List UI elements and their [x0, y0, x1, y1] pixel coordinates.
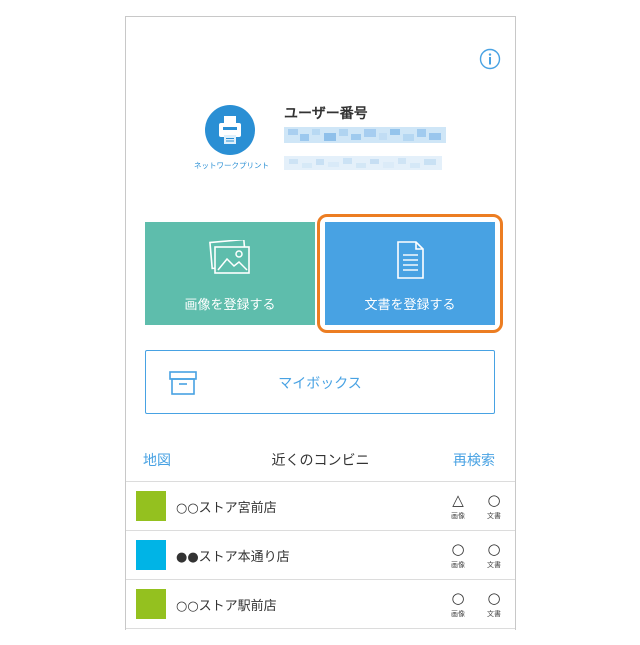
user-number-label: ユーザー番号: [284, 106, 368, 122]
mybox-button[interactable]: マイボックス: [145, 350, 495, 414]
store-brand-swatch: [136, 540, 166, 570]
images-icon: [209, 238, 250, 274]
app-screen: ネットワークプリント ユーザー番号 画像を登録する 文書を登録する マイボックス…: [125, 16, 516, 630]
store-list: ○○ストア宮前店 △ 画像 ○ 文書 ●●ストア本通り店 ○ 画像 ○ 文書 ○…: [126, 481, 515, 629]
store-name: ○○ストア宮前店: [176, 501, 277, 516]
mybox-label: マイボックス: [278, 376, 362, 392]
availability-label: 文書: [487, 512, 501, 520]
availability-mark: ○: [487, 491, 501, 509]
store-name: ○○ストア駅前店: [176, 599, 277, 614]
logo-text: ネットワークプリント: [194, 161, 269, 170]
password-redacted: [284, 156, 442, 170]
register-image-button[interactable]: 画像を登録する: [145, 222, 315, 325]
availability-label: 文書: [487, 610, 501, 618]
availability-mark: △: [452, 491, 464, 509]
document-icon: [397, 241, 424, 279]
availability-mark: ○: [487, 540, 501, 558]
register-document-button[interactable]: 文書を登録する: [325, 222, 495, 325]
availability-mark: ○: [451, 589, 465, 607]
register-document-label: 文書を登録する: [364, 298, 456, 313]
printer-icon: [219, 116, 241, 144]
availability-label: 画像: [451, 561, 465, 569]
register-image-label: 画像を登録する: [184, 298, 276, 313]
availability-label: 文書: [487, 561, 501, 569]
info-icon[interactable]: [479, 48, 501, 70]
store-name: ●●ストア本通り店: [176, 550, 290, 565]
store-row[interactable]: ○○ストア駅前店 ○ 画像 ○ 文書: [126, 579, 515, 629]
app-logo: ネットワークプリント: [194, 105, 269, 175]
image-availability: △ 画像: [446, 493, 470, 521]
document-availability: ○ 文書: [482, 493, 506, 521]
availability-mark: ○: [487, 589, 501, 607]
store-row[interactable]: ●●ストア本通り店 ○ 画像 ○ 文書: [126, 530, 515, 579]
store-brand-swatch: [136, 491, 166, 521]
image-availability: ○ 画像: [446, 542, 470, 570]
availability-mark: ○: [451, 540, 465, 558]
availability-label: 画像: [451, 512, 465, 520]
nearby-stores-header: 地図 近くのコンビニ 再検索: [126, 449, 515, 471]
store-brand-swatch: [136, 589, 166, 619]
document-availability: ○ 文書: [482, 591, 506, 619]
user-number-redacted: [284, 127, 446, 143]
document-availability: ○ 文書: [482, 542, 506, 570]
logo-circle: [205, 105, 255, 155]
store-row[interactable]: ○○ストア宮前店 △ 画像 ○ 文書: [126, 481, 515, 530]
image-availability: ○ 画像: [446, 591, 470, 619]
research-link[interactable]: 再検索: [453, 450, 495, 470]
availability-label: 画像: [451, 610, 465, 618]
